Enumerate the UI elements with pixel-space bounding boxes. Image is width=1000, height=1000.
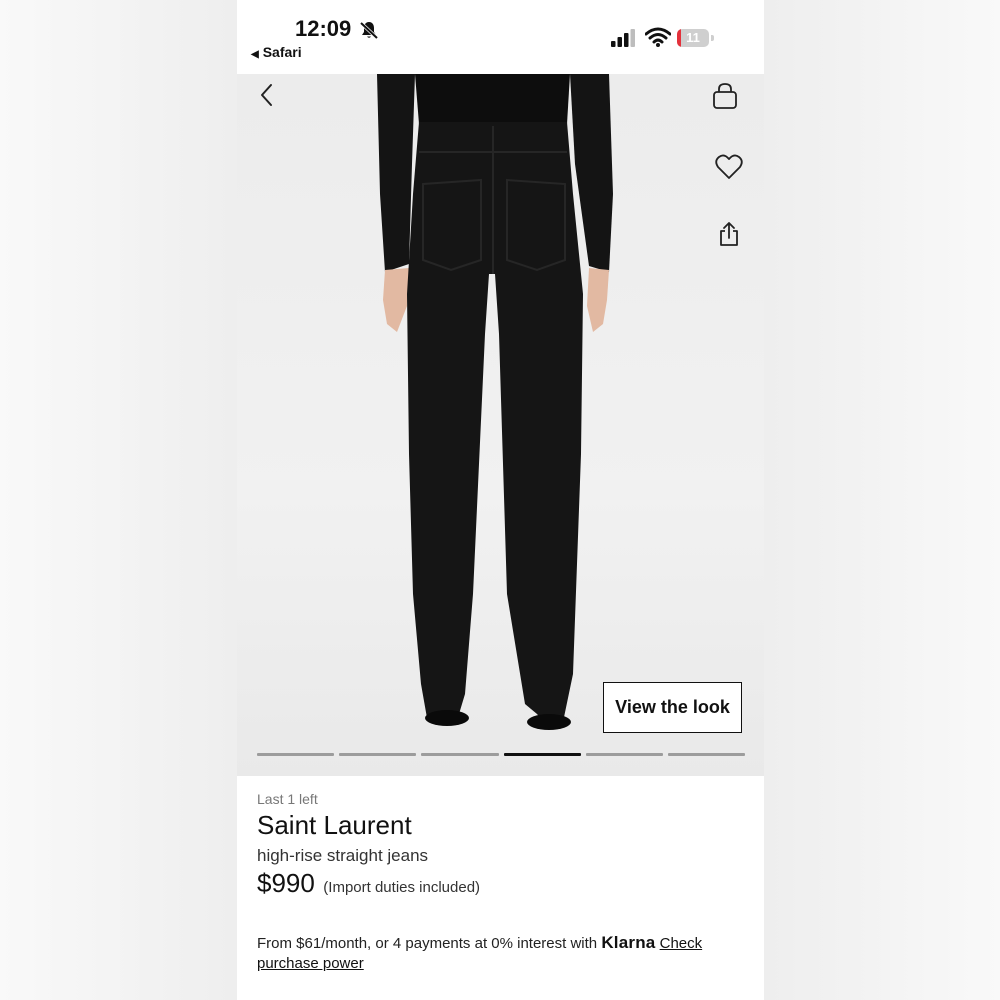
carousel-indicator[interactable] [257,753,746,757]
carousel-dot[interactable] [257,753,335,756]
bell-muted-icon [359,20,379,45]
model-photo [377,74,613,730]
product-description: high-rise straight jeans [257,846,429,865]
carousel-dot[interactable] [667,753,746,756]
back-triangle-icon: ◀ [251,49,259,60]
duties-note: (Import duties included) [323,879,481,896]
product-price: $990 [257,868,315,898]
financing-text: From $61/month, or 4 payments at 0% inte… [257,935,598,952]
carousel-dot[interactable] [339,753,417,756]
carousel-dot[interactable] [503,753,581,756]
background-left [0,0,237,1000]
product-brand[interactable]: Saint Laurent [257,810,412,841]
shopping-bag-icon[interactable] [711,82,739,115]
product-image[interactable]: View the look [237,74,764,776]
status-time: 12:09 [295,16,352,41]
phone-screen: 12:09 ◀ Safari 11 View the look Last 1 l… [237,0,764,1000]
status-bar: 12:09 ◀ Safari 11 [237,0,764,74]
wifi-icon [644,27,672,52]
klarna-logo: Klarna [601,933,656,952]
back-to-safari[interactable]: ◀ Safari [251,44,302,60]
financing-info: From $61/month, or 4 payments at 0% inte… [257,933,747,974]
price-row: $990 (Import duties included) [257,868,480,899]
view-the-look-button[interactable]: View the look [603,682,742,733]
back-app-label: Safari [262,44,302,60]
battery-percent: 11 [686,30,700,45]
share-icon[interactable] [717,220,741,253]
carousel-dot[interactable] [421,753,499,756]
carousel-dot[interactable] [585,753,663,756]
cellular-signal-icon [611,29,637,52]
heart-icon[interactable] [715,154,743,185]
background-right [764,0,1000,1000]
stock-status: Last 1 left [257,791,318,807]
chevron-left-icon[interactable] [257,82,277,113]
